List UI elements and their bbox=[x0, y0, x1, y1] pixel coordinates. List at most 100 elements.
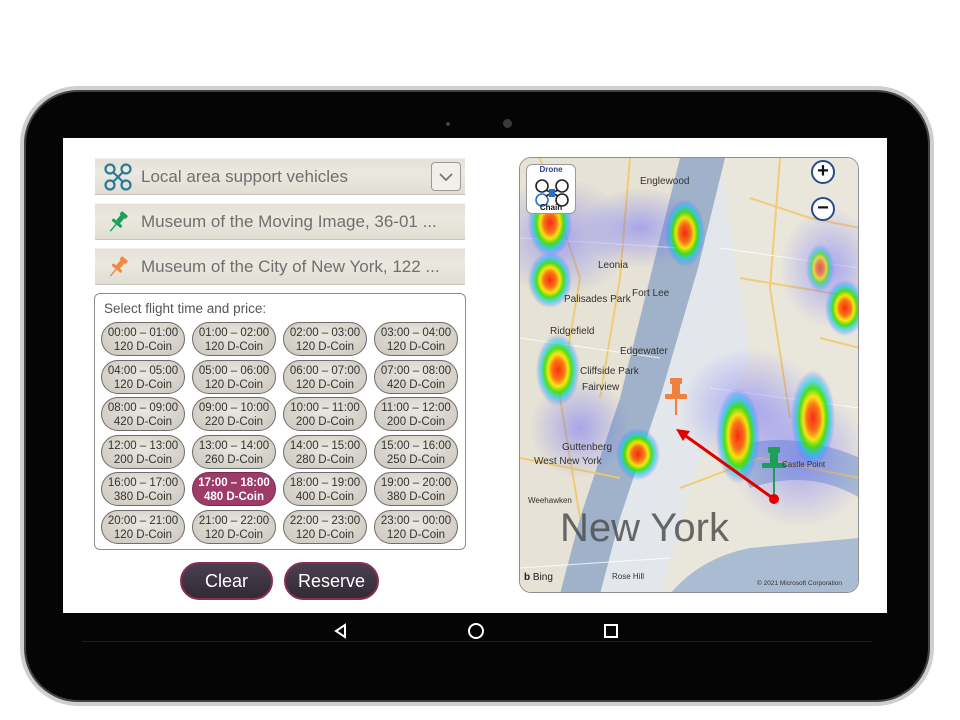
time-slot-price: 120 D-Coin bbox=[295, 341, 355, 353]
map-place-label: West New York bbox=[534, 456, 602, 467]
time-slot-button[interactable]: 14:00 – 15:00 280 D-Coin bbox=[283, 434, 367, 469]
time-slot-button[interactable]: 03:00 – 04:00 120 D-Coin bbox=[374, 322, 458, 356]
time-slot-price: 120 D-Coin bbox=[386, 341, 446, 353]
map-place-label: Edgewater bbox=[620, 346, 668, 357]
time-slot-price: 250 D-Coin bbox=[386, 453, 446, 466]
time-slot-price: 280 D-Coin bbox=[295, 453, 355, 466]
time-slot-button[interactable]: 09:00 – 10:00 220 D-Coin bbox=[192, 397, 276, 431]
map-view[interactable]: Englewood Leonia Fort Lee Palisades Park… bbox=[519, 157, 859, 593]
destination-field[interactable]: Museum of the City of New York, 122 ... bbox=[95, 248, 465, 285]
drone-icon bbox=[95, 158, 141, 195]
time-slot-button[interactable]: 05:00 – 06:00 120 D-Coin bbox=[192, 359, 276, 394]
time-slot-button[interactable]: 17:00 – 18:00 480 D-Coin bbox=[192, 472, 276, 506]
map-place-label: Englewood bbox=[640, 176, 690, 187]
clear-button[interactable]: Clear bbox=[180, 562, 273, 600]
map-place-label: Fort Lee bbox=[632, 288, 670, 299]
app-screen: Local area support vehicles Museum of th… bbox=[63, 138, 887, 613]
time-slot-button[interactable]: 22:00 – 23:00 120 D-Coin bbox=[283, 509, 367, 544]
time-slot-time: 02:00 – 03:00 bbox=[289, 327, 361, 339]
time-slot-price: 120 D-Coin bbox=[113, 341, 173, 353]
home-icon[interactable] bbox=[465, 620, 487, 642]
map-place-label: Castle Point bbox=[782, 460, 826, 469]
time-slot-time: 15:00 – 16:00 bbox=[380, 439, 452, 452]
time-slot-time: 06:00 – 07:00 bbox=[289, 364, 361, 377]
time-slot-title: Select flight time and price: bbox=[104, 301, 267, 316]
time-slot-button[interactable]: 12:00 – 13:00 200 D-Coin bbox=[101, 434, 185, 469]
time-slot-time: 10:00 – 11:00 bbox=[290, 402, 360, 414]
time-slot-time: 13:00 – 14:00 bbox=[198, 439, 270, 452]
time-slot-price: 120 D-Coin bbox=[386, 528, 446, 541]
time-slot-price: 400 D-Coin bbox=[295, 491, 355, 503]
time-slot-time: 14:00 – 15:00 bbox=[289, 439, 361, 452]
sensor-dot bbox=[446, 122, 450, 126]
time-slot-button[interactable]: 08:00 – 09:00 420 D-Coin bbox=[101, 397, 185, 431]
time-slot-button[interactable]: 04:00 – 05:00 120 D-Coin bbox=[101, 359, 185, 394]
time-slot-button[interactable]: 01:00 – 02:00 120 D-Coin bbox=[192, 322, 276, 356]
time-slot-time: 08:00 – 09:00 bbox=[107, 402, 179, 414]
map-place-label: Ridgefield bbox=[550, 326, 595, 337]
green-pushpin-icon bbox=[95, 203, 141, 240]
dronechain-logo: Drone Chain bbox=[526, 164, 576, 214]
time-slot-price: 200 D-Coin bbox=[113, 453, 173, 466]
recents-icon[interactable] bbox=[600, 620, 622, 642]
time-slot-price: 120 D-Coin bbox=[204, 378, 264, 391]
map-place-label: Palisades Park bbox=[564, 294, 631, 305]
time-slot-price: 120 D-Coin bbox=[295, 378, 355, 391]
time-slot-price: 120 D-Coin bbox=[204, 528, 264, 541]
time-slot-price: 420 D-Coin bbox=[386, 378, 446, 391]
time-slot-button[interactable]: 23:00 – 00:00 120 D-Coin bbox=[374, 509, 458, 544]
origin-field[interactable]: Museum of the Moving Image, 36-01 ... bbox=[95, 203, 465, 240]
time-slot-button[interactable]: 18:00 – 19:00 400 D-Coin bbox=[283, 472, 367, 506]
vehicle-dropdown-label: Local area support vehicles bbox=[141, 166, 348, 186]
time-slot-price: 380 D-Coin bbox=[386, 491, 446, 503]
map-place-label: Leonia bbox=[598, 260, 629, 271]
reserve-button[interactable]: Reserve bbox=[284, 562, 379, 600]
time-slot-button[interactable]: 00:00 – 01:00 120 D-Coin bbox=[101, 322, 185, 356]
time-slot-button[interactable]: 11:00 – 12:00 200 D-Coin bbox=[374, 397, 458, 431]
time-slot-button[interactable]: 06:00 – 07:00 120 D-Coin bbox=[283, 359, 367, 394]
map-copyright: © 2021 Microsoft Corporation bbox=[757, 580, 842, 587]
time-slot-time: 20:00 – 21:00 bbox=[107, 514, 179, 527]
time-slot-price: 120 D-Coin bbox=[204, 341, 264, 353]
time-slot-time: 19:00 – 20:00 bbox=[380, 477, 452, 489]
time-slot-time: 17:00 – 18:00 bbox=[198, 477, 270, 489]
time-slot-button[interactable]: 02:00 – 03:00 120 D-Coin bbox=[283, 322, 367, 356]
time-slot-button[interactable]: 10:00 – 11:00 200 D-Coin bbox=[283, 397, 367, 431]
time-slot-price: 200 D-Coin bbox=[295, 416, 355, 428]
time-slot-button[interactable]: 13:00 – 14:00 260 D-Coin bbox=[192, 434, 276, 469]
time-slot-time: 01:00 – 02:00 bbox=[198, 327, 270, 339]
zoom-in-button[interactable]: + bbox=[811, 160, 835, 184]
time-slot-button[interactable]: 16:00 – 17:00 380 D-Coin bbox=[101, 472, 185, 506]
time-slot-price: 220 D-Coin bbox=[204, 416, 264, 428]
destination-field-label: Museum of the City of New York, 122 ... bbox=[141, 256, 440, 276]
time-slot-price: 120 D-Coin bbox=[295, 528, 355, 541]
time-slot-price: 420 D-Coin bbox=[113, 416, 173, 428]
time-slot-button[interactable]: 07:00 – 08:00 420 D-Coin bbox=[374, 359, 458, 394]
time-slot-button[interactable]: 19:00 – 20:00 380 D-Coin bbox=[374, 472, 458, 506]
bing-attribution: b Bing bbox=[524, 572, 553, 583]
time-slot-time: 23:00 – 00:00 bbox=[380, 514, 452, 527]
zoom-out-button[interactable]: − bbox=[811, 197, 835, 221]
time-slot-time: 04:00 – 05:00 bbox=[107, 364, 179, 377]
time-slot-button[interactable]: 20:00 – 21:00 120 D-Coin bbox=[101, 509, 185, 544]
camera-icon bbox=[503, 119, 512, 128]
map-city-label: New York bbox=[560, 506, 729, 550]
time-slot-time: 11:00 – 12:00 bbox=[381, 402, 451, 414]
time-slot-price: 120 D-Coin bbox=[113, 528, 173, 541]
time-slot-time: 22:00 – 23:00 bbox=[289, 514, 361, 527]
bing-logo-icon: b bbox=[524, 572, 531, 583]
vehicle-dropdown[interactable]: Local area support vehicles bbox=[95, 158, 465, 195]
time-slot-time: 16:00 – 17:00 bbox=[107, 477, 179, 489]
bing-label: Bing bbox=[532, 572, 553, 583]
time-slot-time: 18:00 – 19:00 bbox=[289, 477, 361, 489]
time-slot-button[interactable]: 21:00 – 22:00 120 D-Coin bbox=[192, 509, 276, 544]
time-slot-time: 00:00 – 01:00 bbox=[107, 327, 179, 339]
back-icon[interactable] bbox=[330, 620, 352, 642]
chevron-down-icon[interactable] bbox=[431, 162, 461, 191]
orange-pushpin-icon bbox=[95, 248, 141, 285]
time-slot-button[interactable]: 15:00 – 16:00 250 D-Coin bbox=[374, 434, 458, 469]
map-place-label: Cliffside Park bbox=[580, 366, 639, 377]
time-slot-price: 200 D-Coin bbox=[386, 416, 446, 428]
time-slot-price: 120 D-Coin bbox=[113, 378, 173, 391]
time-slot-panel: Select flight time and price: 00:00 – 01… bbox=[94, 293, 466, 550]
